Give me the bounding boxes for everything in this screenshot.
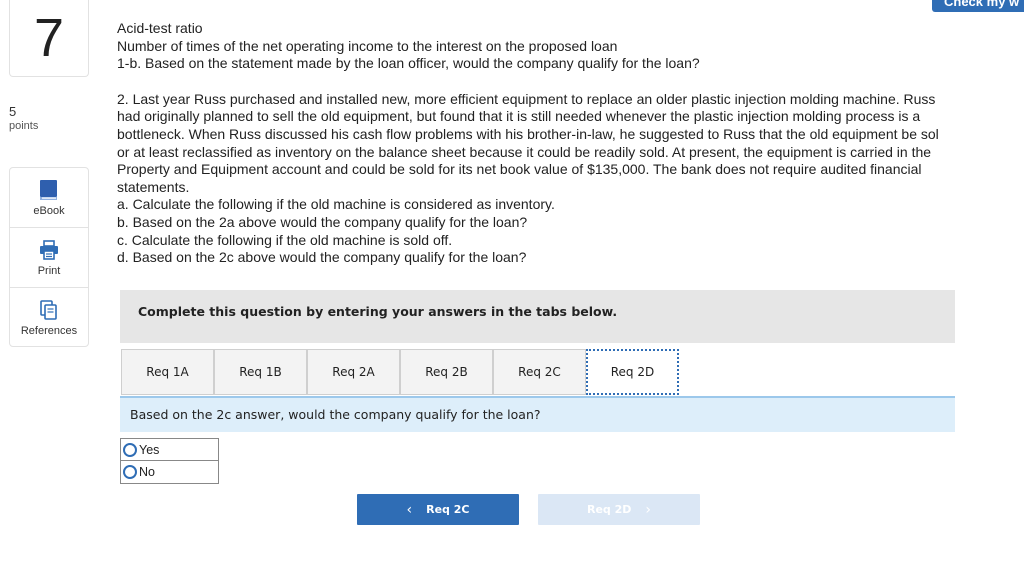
radio-button-icon[interactable]	[123, 442, 137, 457]
tab-req-2d[interactable]: Req 2D	[586, 349, 679, 395]
previous-tab-label: Req 2C	[426, 503, 470, 516]
radio-button-icon[interactable]	[123, 465, 137, 479]
text-line: b. Based on the 2a above would the compa…	[117, 213, 528, 230]
print-icon	[38, 239, 60, 261]
text-line: Number of times of the net operating inc…	[117, 37, 618, 54]
text-line: bottleneck. When Russ discussed his cash…	[117, 125, 939, 142]
text-line: c. Calculate the following if the old ma…	[117, 231, 453, 248]
chevron-right-icon: ›	[645, 501, 652, 518]
tab-req-2c[interactable]: Req 2C	[493, 349, 586, 395]
ebook-label: eBook	[33, 204, 65, 217]
ebook-button[interactable]: eBook	[10, 168, 88, 228]
text-line: or at least reclassified as inventory on…	[117, 143, 932, 160]
references-icon	[39, 299, 59, 321]
chevron-left-icon: ‹	[406, 501, 413, 518]
points-label: points	[9, 120, 39, 132]
ebook-icon	[39, 179, 59, 201]
tab-req-2a[interactable]: Req 2A	[307, 349, 400, 395]
next-tab-label: Req 2D	[586, 503, 632, 516]
requirement-tabs: Req 1A Req 1B Req 2A Req 2B Req 2C Req 2…	[121, 349, 679, 396]
instruction-banner: Complete this question by entering your …	[120, 290, 955, 343]
tab-req-1b[interactable]: Req 1B	[214, 349, 307, 395]
previous-tab-button[interactable]: ‹ Req 2C	[357, 494, 519, 525]
text-line: 2. Last year Russ purchased and installe…	[117, 90, 936, 107]
choice-no[interactable]: No	[120, 461, 219, 484]
next-tab-button[interactable]: Req 2D ›	[538, 494, 700, 525]
print-label: Print	[37, 264, 61, 277]
text-line: Acid-test ratio	[117, 20, 203, 36]
text-line: had originally planned to sell the old e…	[117, 108, 921, 125]
page: Check my w 7 5 points eBook Print Refere…	[0, 0, 1024, 561]
print-button[interactable]: Print	[10, 228, 88, 288]
choice-label: Yes	[139, 442, 160, 457]
choice-label: No	[139, 465, 155, 479]
check-my-work-button[interactable]: Check my w	[932, 0, 1024, 12]
choice-yes[interactable]: Yes	[120, 438, 219, 461]
text-line: Property and Equipment account and could…	[117, 161, 922, 178]
answer-choices: Yes No	[120, 438, 219, 484]
text-line: a. Calculate the following if the old ma…	[117, 196, 555, 213]
references-button[interactable]: References	[10, 288, 88, 348]
tab-req-2b[interactable]: Req 2B	[400, 349, 493, 395]
tab-req-1a[interactable]: Req 1A	[121, 349, 214, 395]
question-prompt: Based on the 2c answer, would the compan…	[120, 396, 955, 432]
text-line: d. Based on the 2c above would the compa…	[117, 249, 527, 266]
text-line: 1-b. Based on the statement made by the …	[117, 55, 700, 72]
points-value: 5	[9, 104, 17, 119]
points-block: 5 points	[9, 104, 38, 134]
tools-panel: eBook Print References	[9, 167, 89, 347]
question-text: Acid-test ratio Number of times of the n…	[117, 20, 1024, 267]
text-line: statements.	[117, 178, 190, 195]
question-number: 7	[9, 0, 89, 77]
references-label: References	[20, 325, 78, 337]
